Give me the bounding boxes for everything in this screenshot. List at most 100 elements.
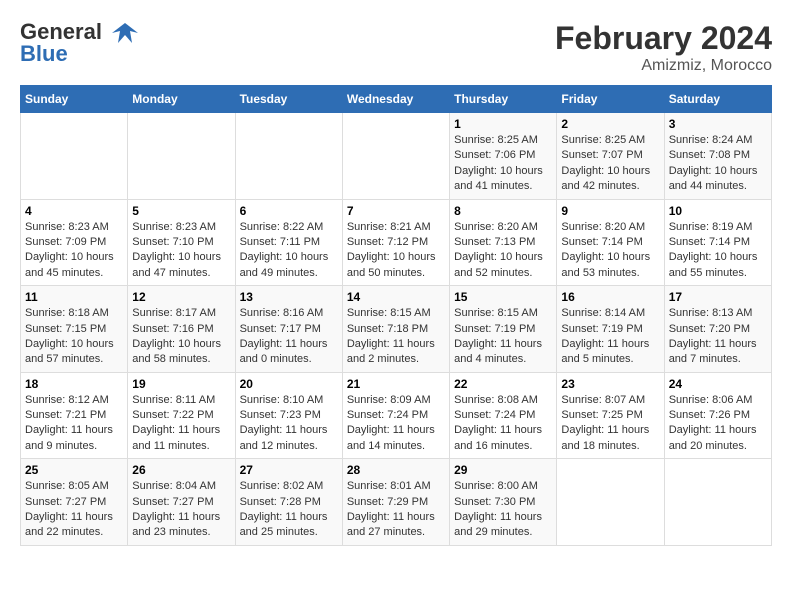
day-cell: 15 Sunrise: 8:15 AM Sunset: 7:19 PM Dayli… <box>450 286 557 373</box>
day-info: Sunrise: 8:25 AM Sunset: 7:07 PM Dayligh… <box>561 133 659 195</box>
day-number: 16 <box>561 290 659 304</box>
day-cell: 6 Sunrise: 8:22 AM Sunset: 7:11 PM Daylig… <box>235 199 342 286</box>
day-number: 2 <box>561 117 659 131</box>
day-cell <box>342 113 449 200</box>
day-number: 29 <box>454 463 552 477</box>
day-cell: 10Sunrise: 8:19 AM Sunset: 7:14 PM Dayli… <box>664 199 771 286</box>
day-info: Sunrise: 8:13 AM Sunset: 7:20 PM Dayligh… <box>669 306 767 368</box>
logo-bird-icon <box>110 21 140 45</box>
day-info: Sunrise: 8:12 AM Sunset: 7:21 PM Dayligh… <box>25 393 123 455</box>
day-info: Sunrise: 8:06 AM Sunset: 7:26 PM Dayligh… <box>669 393 767 455</box>
week-row-4: 18 Sunrise: 8:12 AM Sunset: 7:21 PM Dayli… <box>21 372 772 459</box>
day-info: Sunrise: 8:10 AM Sunset: 7:23 PM Dayligh… <box>240 393 338 455</box>
day-number: 24 <box>669 377 767 391</box>
day-number: 4 <box>25 204 123 218</box>
title-block: February 2024 Amizmiz, Morocco <box>555 20 772 75</box>
calendar-body: 1Sunrise: 8:25 AM Sunset: 7:06 PM Daylig… <box>21 113 772 546</box>
day-cell: 17 Sunrise: 8:13 AM Sunset: 7:20 PM Dayli… <box>664 286 771 373</box>
day-cell: 7Sunrise: 8:21 AM Sunset: 7:12 PM Daylig… <box>342 199 449 286</box>
day-number: 28 <box>347 463 445 477</box>
day-info: Sunrise: 8:22 AM Sunset: 7:11 PM Dayligh… <box>240 220 338 282</box>
day-number: 27 <box>240 463 338 477</box>
day-cell: 26 Sunrise: 8:04 AM Sunset: 7:27 PM Dayli… <box>128 459 235 546</box>
day-info: Sunrise: 8:17 AM Sunset: 7:16 PM Dayligh… <box>132 306 230 368</box>
day-cell: 29 Sunrise: 8:00 AM Sunset: 7:30 PM Dayli… <box>450 459 557 546</box>
day-cell: 24 Sunrise: 8:06 AM Sunset: 7:26 PM Dayli… <box>664 372 771 459</box>
day-number: 9 <box>561 204 659 218</box>
day-cell: 3 Sunrise: 8:24 AM Sunset: 7:08 PM Daylig… <box>664 113 771 200</box>
day-info: Sunrise: 8:18 AM Sunset: 7:15 PM Dayligh… <box>25 306 123 368</box>
week-row-1: 1Sunrise: 8:25 AM Sunset: 7:06 PM Daylig… <box>21 113 772 200</box>
day-cell: 11Sunrise: 8:18 AM Sunset: 7:15 PM Dayli… <box>21 286 128 373</box>
day-number: 17 <box>669 290 767 304</box>
header-row: SundayMondayTuesdayWednesdayThursdayFrid… <box>21 86 772 113</box>
day-info: Sunrise: 8:08 AM Sunset: 7:24 PM Dayligh… <box>454 393 552 455</box>
day-info: Sunrise: 8:05 AM Sunset: 7:27 PM Dayligh… <box>25 479 123 541</box>
day-number: 14 <box>347 290 445 304</box>
header-cell-tuesday: Tuesday <box>235 86 342 113</box>
header-cell-monday: Monday <box>128 86 235 113</box>
day-info: Sunrise: 8:21 AM Sunset: 7:12 PM Dayligh… <box>347 220 445 282</box>
header-cell-sunday: Sunday <box>21 86 128 113</box>
week-row-5: 25Sunrise: 8:05 AM Sunset: 7:27 PM Dayli… <box>21 459 772 546</box>
day-info: Sunrise: 8:01 AM Sunset: 7:29 PM Dayligh… <box>347 479 445 541</box>
day-number: 21 <box>347 377 445 391</box>
day-cell <box>664 459 771 546</box>
day-number: 18 <box>25 377 123 391</box>
day-info: Sunrise: 8:15 AM Sunset: 7:18 PM Dayligh… <box>347 306 445 368</box>
day-number: 13 <box>240 290 338 304</box>
day-info: Sunrise: 8:15 AM Sunset: 7:19 PM Dayligh… <box>454 306 552 368</box>
day-info: Sunrise: 8:00 AM Sunset: 7:30 PM Dayligh… <box>454 479 552 541</box>
day-info: Sunrise: 8:25 AM Sunset: 7:06 PM Dayligh… <box>454 133 552 195</box>
page-title: February 2024 <box>555 20 772 57</box>
day-info: Sunrise: 8:16 AM Sunset: 7:17 PM Dayligh… <box>240 306 338 368</box>
day-info: Sunrise: 8:24 AM Sunset: 7:08 PM Dayligh… <box>669 133 767 195</box>
day-cell: 13 Sunrise: 8:16 AM Sunset: 7:17 PM Dayli… <box>235 286 342 373</box>
day-number: 20 <box>240 377 338 391</box>
day-cell: 1Sunrise: 8:25 AM Sunset: 7:06 PM Daylig… <box>450 113 557 200</box>
day-cell: 22Sunrise: 8:08 AM Sunset: 7:24 PM Dayli… <box>450 372 557 459</box>
day-number: 12 <box>132 290 230 304</box>
day-number: 6 <box>240 204 338 218</box>
day-cell <box>235 113 342 200</box>
day-cell: 8Sunrise: 8:20 AM Sunset: 7:13 PM Daylig… <box>450 199 557 286</box>
day-cell <box>21 113 128 200</box>
day-info: Sunrise: 8:14 AM Sunset: 7:19 PM Dayligh… <box>561 306 659 368</box>
day-number: 26 <box>132 463 230 477</box>
day-info: Sunrise: 8:23 AM Sunset: 7:10 PM Dayligh… <box>132 220 230 282</box>
day-info: Sunrise: 8:20 AM Sunset: 7:14 PM Dayligh… <box>561 220 659 282</box>
day-cell: 12 Sunrise: 8:17 AM Sunset: 7:16 PM Dayli… <box>128 286 235 373</box>
day-cell: 14 Sunrise: 8:15 AM Sunset: 7:18 PM Dayli… <box>342 286 449 373</box>
day-number: 15 <box>454 290 552 304</box>
day-cell: 27 Sunrise: 8:02 AM Sunset: 7:28 PM Dayli… <box>235 459 342 546</box>
day-info: Sunrise: 8:02 AM Sunset: 7:28 PM Dayligh… <box>240 479 338 541</box>
day-number: 5 <box>132 204 230 218</box>
week-row-2: 4 Sunrise: 8:23 AM Sunset: 7:09 PM Daylig… <box>21 199 772 286</box>
header-cell-friday: Friday <box>557 86 664 113</box>
header-cell-thursday: Thursday <box>450 86 557 113</box>
day-number: 10 <box>669 204 767 218</box>
day-cell: 28 Sunrise: 8:01 AM Sunset: 7:29 PM Dayli… <box>342 459 449 546</box>
day-cell: 20 Sunrise: 8:10 AM Sunset: 7:23 PM Dayli… <box>235 372 342 459</box>
day-cell: 5 Sunrise: 8:23 AM Sunset: 7:10 PM Daylig… <box>128 199 235 286</box>
day-info: Sunrise: 8:20 AM Sunset: 7:13 PM Dayligh… <box>454 220 552 282</box>
day-info: Sunrise: 8:23 AM Sunset: 7:09 PM Dayligh… <box>25 220 123 282</box>
day-cell: 2 Sunrise: 8:25 AM Sunset: 7:07 PM Daylig… <box>557 113 664 200</box>
week-row-3: 11Sunrise: 8:18 AM Sunset: 7:15 PM Dayli… <box>21 286 772 373</box>
day-number: 19 <box>132 377 230 391</box>
logo: General Blue <box>20 20 140 67</box>
calendar-table: SundayMondayTuesdayWednesdayThursdayFrid… <box>20 85 772 546</box>
page-header: General Blue February 2024 Amizmiz, Moro… <box>20 20 772 75</box>
day-cell: 25Sunrise: 8:05 AM Sunset: 7:27 PM Dayli… <box>21 459 128 546</box>
day-info: Sunrise: 8:11 AM Sunset: 7:22 PM Dayligh… <box>132 393 230 455</box>
day-cell: 9 Sunrise: 8:20 AM Sunset: 7:14 PM Daylig… <box>557 199 664 286</box>
calendar-header: SundayMondayTuesdayWednesdayThursdayFrid… <box>21 86 772 113</box>
day-info: Sunrise: 8:04 AM Sunset: 7:27 PM Dayligh… <box>132 479 230 541</box>
header-cell-saturday: Saturday <box>664 86 771 113</box>
day-number: 23 <box>561 377 659 391</box>
day-cell: 21Sunrise: 8:09 AM Sunset: 7:24 PM Dayli… <box>342 372 449 459</box>
day-info: Sunrise: 8:07 AM Sunset: 7:25 PM Dayligh… <box>561 393 659 455</box>
day-cell <box>557 459 664 546</box>
day-number: 3 <box>669 117 767 131</box>
day-cell: 18 Sunrise: 8:12 AM Sunset: 7:21 PM Dayli… <box>21 372 128 459</box>
